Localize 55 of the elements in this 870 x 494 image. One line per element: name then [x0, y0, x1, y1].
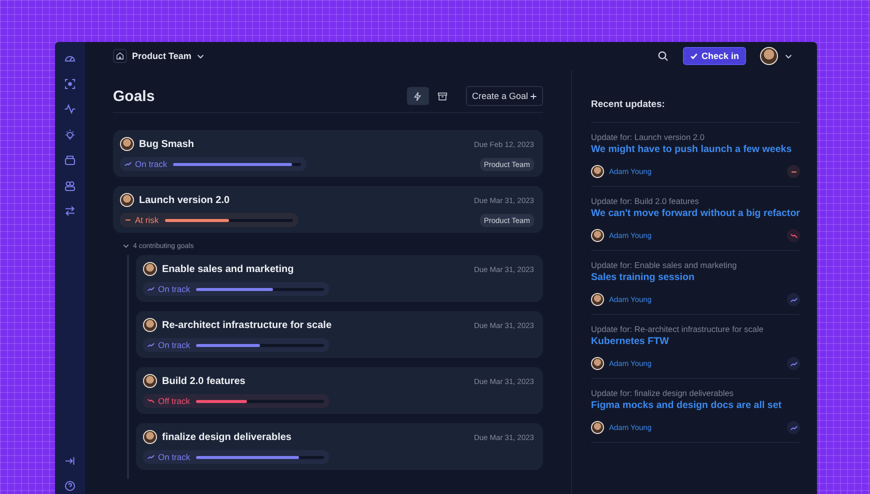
collapse-icon[interactable] — [64, 454, 76, 466]
avatar — [120, 193, 134, 207]
updates-title: Recent updates: — [590, 86, 800, 123]
box-icon[interactable] — [64, 154, 76, 166]
goal-title: Build 2.0 features — [162, 376, 246, 386]
home-icon — [115, 51, 125, 61]
team-selector[interactable]: Product Team — [132, 51, 192, 61]
avatar — [590, 357, 604, 370]
people-icon[interactable] — [64, 180, 76, 192]
update-headline[interactable]: Figma mocks and design docs are all set — [590, 400, 800, 411]
update-goal: Update for: Build 2.0 features — [590, 196, 700, 206]
avatar — [590, 229, 604, 242]
avatar — [143, 262, 157, 276]
avatar — [590, 421, 604, 434]
checkmark-icon — [690, 52, 698, 60]
update-headline[interactable]: Kubernetes FTW — [590, 336, 800, 347]
update-headline[interactable]: Sales training session — [590, 272, 800, 283]
status-pill: On track — [143, 338, 330, 352]
goal-title: Re-architect infrastructure for scale — [162, 320, 332, 330]
status-pill: Off track — [143, 394, 329, 408]
avatar — [143, 430, 157, 444]
avatar — [590, 293, 604, 306]
home-button[interactable] — [113, 49, 127, 63]
goal-title: Bug Smash — [139, 138, 194, 150]
avatar — [143, 374, 157, 388]
goal-title: Enable sales and marketing — [162, 264, 294, 274]
update-goal: Update for: Re-architect infrastructure for scale — [590, 324, 764, 334]
goal-title: finalize design deliverables — [162, 432, 292, 442]
update-headline[interactable]: We might have to push launch a few weeks — [590, 144, 800, 155]
status-pill: At risk — [120, 213, 298, 227]
avatar — [143, 318, 157, 332]
update-headline[interactable]: We can't move forward without a big refactor — [590, 208, 800, 219]
focus-icon[interactable] — [64, 78, 76, 90]
lightbulb-icon[interactable] — [64, 128, 76, 140]
plus-icon — [530, 92, 537, 100]
create-goal-button[interactable]: Create a Goal — [466, 86, 543, 106]
avatar — [120, 137, 134, 151]
status-pill: On track — [143, 282, 330, 296]
status-pill: On track — [143, 450, 330, 464]
avatar[interactable] — [760, 47, 778, 65]
archive-icon[interactable] — [436, 90, 448, 102]
goal-title: Launch version 2.0 — [139, 194, 230, 206]
update-goal: Update for: finalize design deliverables — [590, 388, 734, 398]
activity-icon[interactable] — [64, 103, 76, 115]
bolt-button[interactable] — [406, 87, 429, 105]
page-title: Goals — [113, 88, 155, 104]
check-in-button[interactable]: Check in — [683, 47, 746, 65]
avatar — [590, 165, 604, 178]
bolt-icon — [412, 90, 424, 102]
update-goal: Update for: Enable sales and marketing — [590, 260, 738, 270]
update-goal: Update for: Launch version 2.0 — [590, 132, 706, 142]
status-pill: On track — [120, 157, 306, 171]
swap-icon[interactable] — [64, 205, 76, 217]
help-icon[interactable] — [64, 480, 76, 492]
search-icon[interactable] — [657, 50, 670, 62]
